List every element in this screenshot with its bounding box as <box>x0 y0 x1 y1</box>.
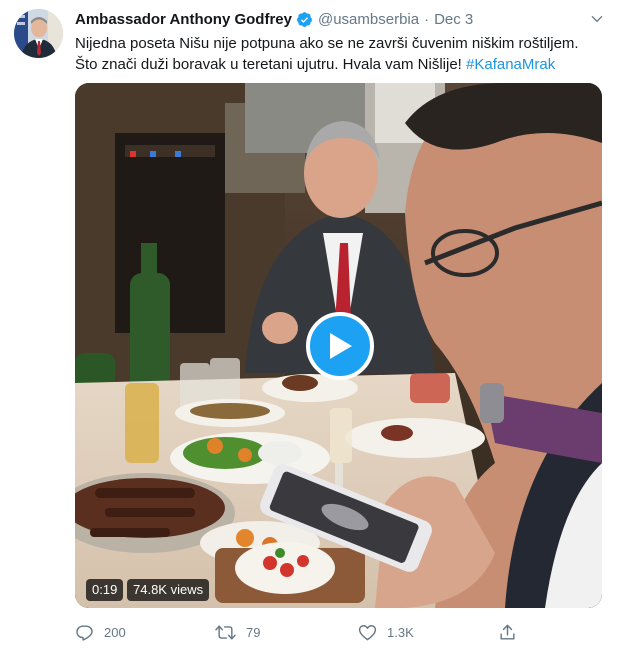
reply-icon <box>76 625 93 641</box>
tweet-text-line1: Nijedna poseta Nišu nije potpuna ako se … <box>75 35 579 52</box>
like-button[interactable]: 1.3K <box>358 623 414 642</box>
tweet-date[interactable]: Dec 3 <box>434 11 473 28</box>
tweet-card[interactable]: Ambassador Anthony Godfrey @usambserbia … <box>0 0 620 656</box>
tweet-header: Ambassador Anthony Godfrey @usambserbia … <box>75 9 473 29</box>
avatar[interactable] <box>14 9 63 58</box>
video-views-badge: 74.8K views <box>127 579 210 601</box>
tweet-actions: 200 79 1.3K <box>75 623 555 647</box>
tweet-text-line2: Što znači duži boravak u teretani ujutru… <box>75 54 605 75</box>
verified-badge-icon <box>296 11 313 28</box>
video-player[interactable]: 0:19 74.8K views <box>75 83 602 608</box>
share-button[interactable] <box>498 623 527 642</box>
share-icon <box>500 624 515 640</box>
play-icon <box>330 333 352 359</box>
hashtag-link[interactable]: #KafanaMrak <box>466 56 555 73</box>
retweet-button[interactable]: 79 <box>215 623 260 642</box>
like-icon <box>358 625 377 641</box>
reply-button[interactable]: 200 <box>75 623 126 642</box>
video-duration-badge: 0:19 <box>86 579 124 601</box>
retweet-count: 79 <box>246 625 261 640</box>
reply-count: 200 <box>104 625 126 640</box>
play-button[interactable] <box>306 312 374 380</box>
tweet-text-line2-body: Što znači duži boravak u teretani ujutru… <box>75 56 467 73</box>
separator-dot: · <box>424 10 430 28</box>
like-count: 1.3K <box>387 625 414 640</box>
chevron-down-icon[interactable] <box>588 10 606 28</box>
author-name[interactable]: Ambassador Anthony Godfrey <box>75 11 292 28</box>
author-handle[interactable]: @usambserbia <box>318 11 419 28</box>
retweet-icon <box>215 625 236 640</box>
tweet-text: Nijedna poseta Nišu nije potpuna ako se … <box>75 33 605 75</box>
